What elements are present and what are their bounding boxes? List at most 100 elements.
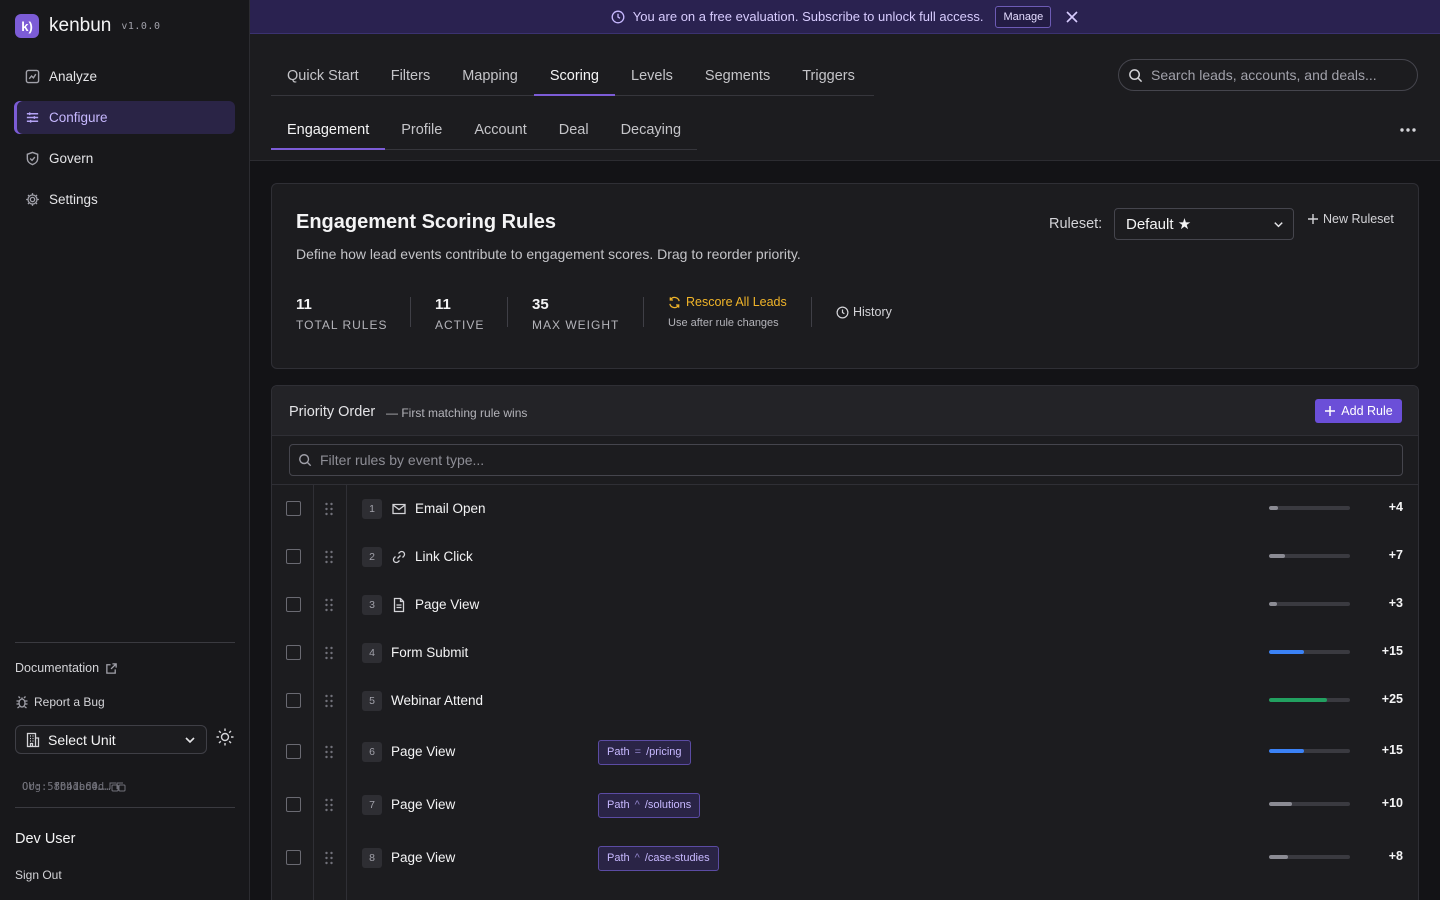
sidebar-item-settings[interactable]: Settings — [14, 183, 235, 216]
rule-checkbox[interactable] — [286, 849, 301, 865]
rule-checkbox[interactable] — [286, 597, 301, 612]
priority-subtitle: — First matching rule wins — [386, 406, 528, 420]
sidebar-item-analyze[interactable]: Analyze — [14, 60, 235, 93]
refresh-icon — [669, 296, 680, 308]
history-button[interactable]: History — [836, 305, 892, 319]
documentation-label: Documentation — [15, 661, 100, 675]
stat-max-weight: 35 MAX WEIGHT — [532, 296, 619, 332]
rule-row[interactable]: 2 Link Click +7 — [272, 533, 1418, 581]
ruleset-label: Ruleset: — [1049, 216, 1103, 232]
global-search[interactable] — [1118, 59, 1418, 91]
weight-bar-fill — [1269, 698, 1327, 702]
search-input[interactable] — [1151, 67, 1401, 83]
sign-out-link[interactable]: Sign Out — [15, 868, 62, 882]
rule-event-label: Webinar Attend — [391, 693, 484, 708]
priority-title: Priority Order — [289, 404, 376, 420]
documentation-link[interactable]: Documentation — [15, 661, 118, 675]
tab-mapping[interactable]: Mapping — [446, 56, 534, 96]
rule-weight: +3 — [1388, 596, 1403, 610]
rescore-button[interactable]: Rescore All Leads — [668, 295, 787, 309]
sidebar-item-configure[interactable]: Configure — [14, 101, 235, 134]
brand[interactable]: k) kenbun v1.0.0 — [15, 14, 160, 38]
tab-profile[interactable]: Profile — [385, 110, 458, 150]
report-bug-link[interactable]: Report a Bug — [15, 695, 105, 709]
stat-label: TOTAL RULES — [296, 318, 388, 332]
unit-select[interactable]: Select Unit — [15, 725, 207, 754]
add-rule-label: Add Rule — [1341, 404, 1393, 418]
drag-handle-icon[interactable] — [324, 646, 334, 660]
sidebar-item-govern[interactable]: Govern — [14, 142, 235, 175]
condition-value: /pricing — [646, 746, 682, 758]
add-rule-button[interactable]: Add Rule — [1315, 399, 1402, 423]
stat-label: MAX WEIGHT — [532, 318, 620, 332]
rule-condition-badge[interactable]: Path ^ /solutions — [598, 792, 701, 818]
secondary-tabs: Engagement Profile Account Deal Decaying — [271, 110, 697, 150]
rule-checkbox[interactable] — [286, 549, 301, 564]
building-icon — [26, 732, 40, 747]
weight-bar-fill — [1269, 602, 1277, 606]
rule-row[interactable]: 8 Page View Path ^ /case-studies +8 — [272, 831, 1418, 884]
drag-handle-icon[interactable] — [324, 694, 334, 708]
stat-value: 35 — [532, 296, 549, 313]
more-options-icon[interactable] — [1398, 122, 1418, 138]
tab-levels[interactable]: Levels — [615, 56, 689, 96]
search-icon — [1129, 68, 1143, 82]
rule-checkbox[interactable] — [286, 743, 301, 759]
rule-condition-badge[interactable]: Path = /pricing — [598, 739, 691, 765]
rule-weight: +15 — [1381, 742, 1403, 757]
plus-icon — [1308, 214, 1318, 224]
rule-filter-input[interactable] — [320, 452, 1320, 468]
tab-quick-start[interactable]: Quick Start — [271, 56, 375, 96]
rule-filter[interactable] — [289, 444, 1403, 476]
manage-button[interactable]: Manage — [995, 5, 1052, 28]
stat-total-rules: 11 TOTAL RULES — [296, 296, 387, 332]
sidebar: k) kenbun v1.0.0 Analyze Configure Gover… — [0, 0, 250, 900]
stat-label: ACTIVE — [435, 318, 485, 332]
rule-weight: +4 — [1388, 500, 1403, 514]
plus-icon — [1325, 406, 1336, 416]
rule-event-label: Page View — [391, 743, 456, 759]
weight-bar — [1269, 650, 1350, 654]
rule-weight: +15 — [1381, 644, 1403, 658]
new-ruleset-label: New Ruleset — [1323, 212, 1394, 226]
rule-row[interactable]: 4 Form Submit +15 — [272, 629, 1418, 677]
tab-filters[interactable]: Filters — [375, 56, 446, 96]
drag-handle-icon[interactable] — [324, 798, 334, 812]
weight-bar — [1269, 698, 1350, 702]
tab-scoring[interactable]: Scoring — [533, 56, 615, 96]
tab-decaying[interactable]: Decaying — [605, 110, 697, 150]
rule-condition-badge[interactable]: Path ^ /case-studies — [598, 845, 719, 871]
weight-bar — [1269, 748, 1350, 753]
copy-icon[interactable] — [109, 782, 119, 792]
rule-checkbox[interactable] — [286, 645, 301, 660]
drag-handle-icon[interactable] — [324, 550, 334, 564]
rule-row[interactable]: 7 Page View Path ^ /solutions +10 — [272, 778, 1418, 831]
tab-deal[interactable]: Deal — [543, 110, 605, 150]
sun-icon[interactable] — [215, 727, 235, 747]
tab-engagement[interactable]: Engagement — [271, 110, 386, 150]
rule-event-label: Link Click — [415, 549, 473, 564]
rule-row[interactable]: 3 Page View +3 — [272, 581, 1418, 629]
close-icon[interactable] — [1065, 10, 1079, 24]
sidebar-nav: Analyze Configure Govern Settings — [14, 60, 235, 224]
ruleset-select[interactable]: Default ★ — [1114, 208, 1294, 240]
tab-triggers[interactable]: Triggers — [786, 56, 871, 96]
new-ruleset-button[interactable]: New Ruleset — [1307, 212, 1394, 226]
rule-checkbox[interactable] — [286, 693, 301, 708]
rule-row[interactable]: 5 Webinar Attend +25 — [272, 677, 1418, 725]
rule-row[interactable]: 1 Email Open +4 — [272, 485, 1418, 533]
weight-bar — [1269, 554, 1350, 558]
drag-handle-icon[interactable] — [324, 745, 334, 759]
drag-handle-icon[interactable] — [324, 851, 334, 865]
stat-value: 11 — [435, 296, 451, 313]
rule-row[interactable]: 6 Page View Path = /pricing +15 — [272, 725, 1418, 778]
report-bug-label: Report a Bug — [34, 695, 105, 709]
rule-checkbox[interactable] — [286, 796, 301, 812]
tab-account[interactable]: Account — [458, 110, 542, 150]
weight-bar-fill — [1269, 801, 1292, 806]
drag-handle-icon[interactable] — [324, 502, 334, 516]
tab-segments[interactable]: Segments — [689, 56, 786, 96]
rule-checkbox[interactable] — [286, 501, 301, 516]
drag-handle-icon[interactable] — [324, 598, 334, 612]
priority-header: Priority Order — First matching rule win… — [272, 386, 1418, 436]
